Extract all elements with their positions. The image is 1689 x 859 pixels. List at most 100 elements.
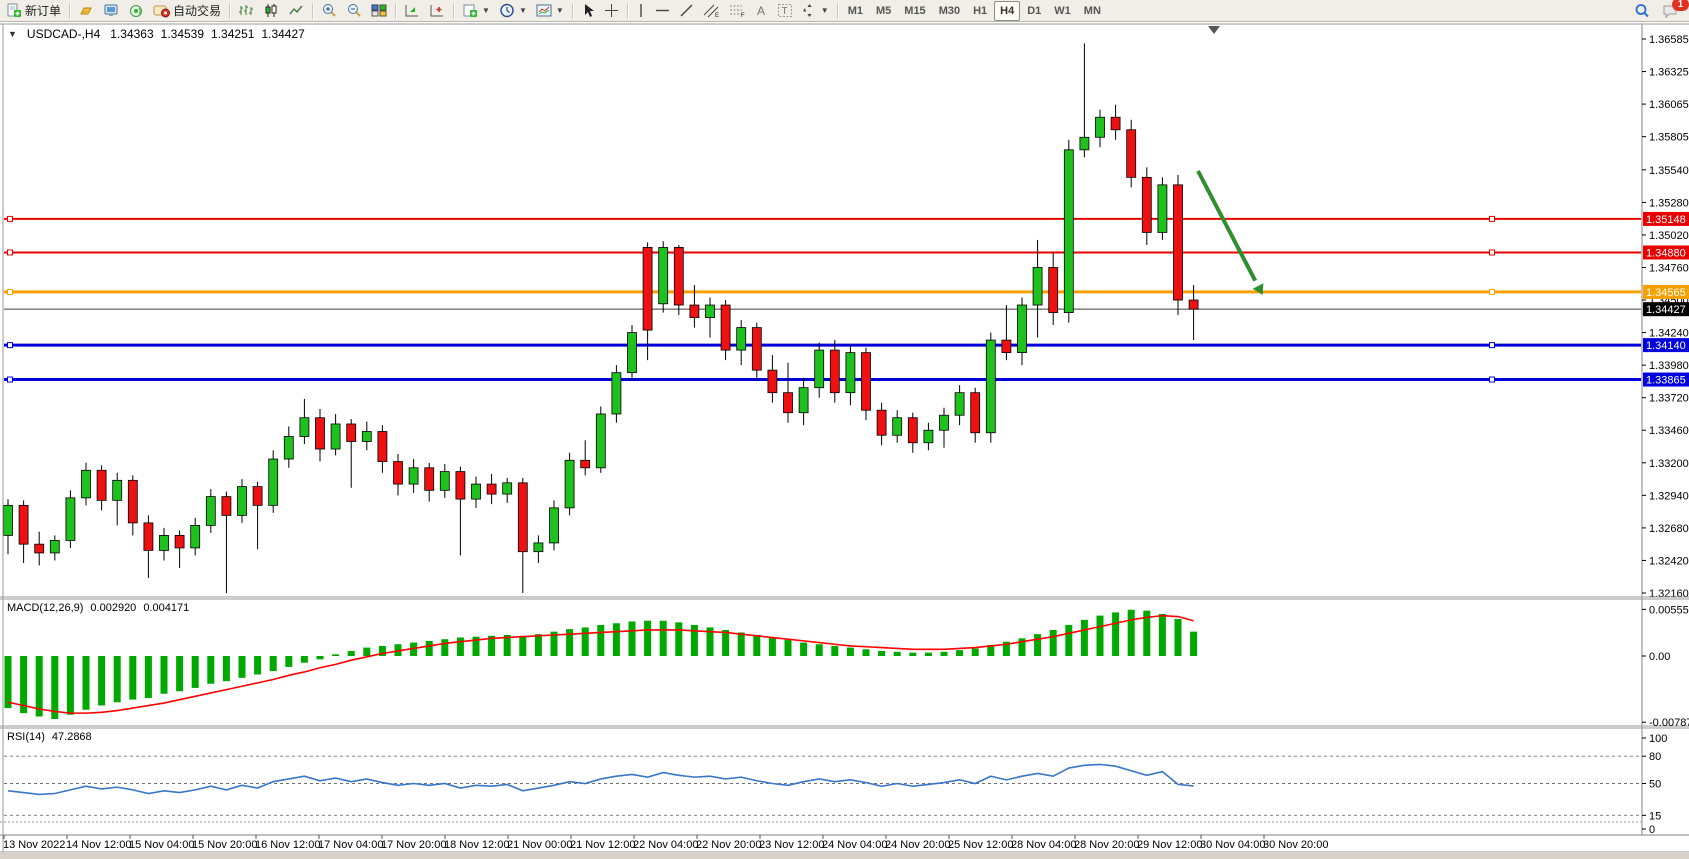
candle: [1033, 267, 1042, 305]
candle: [1127, 130, 1136, 178]
candle: [534, 543, 543, 552]
time-axis-label: 14 Nov 12:00: [66, 839, 131, 851]
chart-header: ▼ USDCAD-,H4 1.34363 1.34539 1.34251 1.3…: [8, 27, 305, 41]
cursor-tool-button[interactable]: [577, 1, 599, 21]
macd-indicator-label: MACD(12,26,9) 0.002920 0.004171: [7, 602, 189, 614]
window-bottom-edge: [0, 852, 1689, 859]
candle: [1142, 177, 1151, 232]
tab-timeframe-m30[interactable]: M30: [933, 1, 966, 21]
candle: [1080, 137, 1089, 150]
price-chart[interactable]: 1.365851.363251.360651.358051.355401.352…: [0, 0, 1689, 859]
zoom-in-button[interactable]: [317, 1, 341, 21]
candle: [128, 480, 137, 523]
line-handle[interactable]: [8, 216, 13, 221]
line-handle[interactable]: [1490, 343, 1495, 348]
bar-chart-type-button[interactable]: [234, 1, 258, 21]
gold-bar-icon: [78, 3, 94, 18]
candle: [659, 247, 668, 303]
candle: [222, 497, 231, 516]
horizontal-line-tool-button[interactable]: [651, 1, 674, 21]
trendline-tool-button[interactable]: [675, 1, 698, 21]
tab-timeframe-d1[interactable]: D1: [1021, 1, 1047, 21]
autotrading-button[interactable]: 自动交易: [149, 1, 225, 21]
line-handle[interactable]: [8, 377, 13, 382]
indicator-remove-icon: [429, 3, 445, 18]
toolbar-separator: [312, 3, 313, 19]
new-order-button[interactable]: 新订单: [2, 1, 65, 21]
candle: [846, 353, 855, 393]
candle: [35, 544, 44, 553]
tab-timeframe-m15[interactable]: M15: [898, 1, 931, 21]
zoom-out-button[interactable]: [342, 1, 366, 21]
chevron-down-icon: ▼: [482, 6, 490, 15]
text-label-tool-button[interactable]: T: [773, 1, 797, 21]
tile-windows-button[interactable]: [367, 1, 391, 21]
search-button[interactable]: [1630, 1, 1654, 21]
candle: [752, 328, 761, 371]
text-icon: A: [755, 3, 768, 18]
toolbar: 新订单 自动交易: [0, 0, 1689, 22]
objects-button[interactable]: [425, 1, 449, 21]
line-handle[interactable]: [1490, 377, 1495, 382]
line-handle[interactable]: [8, 289, 13, 294]
candlestick-chart-type-button[interactable]: [259, 1, 283, 21]
toolbar-separator: [69, 3, 70, 19]
candle: [706, 305, 715, 318]
toolbar-separator: [627, 3, 628, 19]
line-chart-type-button[interactable]: [284, 1, 308, 21]
symbol-dropdown-icon[interactable]: ▼: [8, 29, 17, 39]
price-axis-label: 1.32680: [1649, 523, 1689, 535]
candle: [4, 505, 13, 535]
fibonacci-tool-button[interactable]: F: [725, 1, 750, 21]
terminal-button[interactable]: [99, 1, 123, 21]
indicators-button[interactable]: [400, 1, 424, 21]
candle: [518, 483, 527, 552]
template-button[interactable]: ▼: [532, 1, 568, 21]
line-handle[interactable]: [1490, 250, 1495, 255]
tab-timeframe-m1[interactable]: M1: [842, 1, 869, 21]
svg-text:A: A: [757, 4, 765, 18]
text-tool-button[interactable]: A: [751, 1, 772, 21]
candle: [862, 353, 871, 411]
line-handle[interactable]: [8, 250, 13, 255]
notifications-button[interactable]: 1: [1658, 1, 1683, 21]
candle: [97, 470, 106, 500]
candle: [409, 468, 418, 484]
notification-badge: 1: [1672, 0, 1689, 11]
line-handle[interactable]: [1490, 289, 1495, 294]
rsi-value: 47.2868: [52, 731, 92, 743]
new-chart-button[interactable]: ▼: [458, 1, 494, 21]
signals-button[interactable]: [124, 1, 148, 21]
market-watch-button[interactable]: [74, 1, 98, 21]
chevron-down-icon: ▼: [519, 6, 527, 15]
candle: [19, 505, 28, 544]
candle: [50, 540, 59, 553]
new-chart-icon: [462, 3, 478, 18]
period-button[interactable]: ▼: [495, 1, 531, 21]
cursor-icon: [581, 3, 595, 18]
tab-timeframe-mn[interactable]: MN: [1078, 1, 1107, 21]
tab-timeframe-w1[interactable]: W1: [1048, 1, 1077, 21]
price-axis-label: 1.36065: [1649, 99, 1689, 111]
line-handle[interactable]: [8, 343, 13, 348]
candle: [721, 305, 730, 350]
candle: [160, 535, 169, 550]
tab-timeframe-m5[interactable]: M5: [870, 1, 897, 21]
tab-timeframe-h4[interactable]: H4: [994, 1, 1020, 21]
tile-windows-icon: [371, 3, 387, 18]
line-handle[interactable]: [1490, 216, 1495, 221]
template-icon: [536, 3, 552, 18]
candle: [503, 483, 512, 494]
arrows-tool-button[interactable]: ▼: [798, 1, 833, 21]
crosshair-tool-button[interactable]: [600, 1, 623, 21]
tab-timeframe-h1[interactable]: H1: [967, 1, 993, 21]
time-axis-label: 21 Nov 00:00: [507, 839, 572, 851]
candle: [1158, 185, 1167, 233]
price-axis-label: 1.32420: [1649, 555, 1689, 567]
vertical-line-tool-button[interactable]: [632, 1, 650, 21]
macd-axis-label: -0.007879: [1649, 717, 1689, 729]
candle: [1174, 185, 1183, 300]
time-axis-label: 28 Nov 04:00: [1011, 839, 1076, 851]
channel-tool-button[interactable]: E: [699, 1, 724, 21]
candle: [1111, 117, 1120, 130]
